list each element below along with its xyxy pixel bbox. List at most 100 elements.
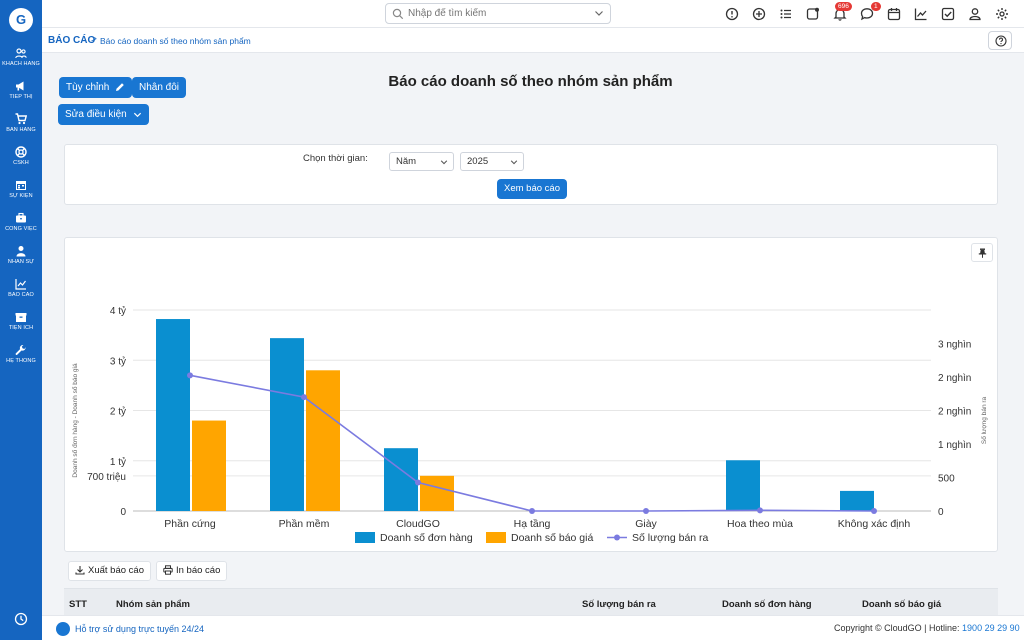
chevron-down-icon — [133, 112, 141, 117]
report-icon — [15, 279, 26, 290]
sidebar-item-label: Khách hàng — [2, 61, 40, 67]
column-header-quote-revenue[interactable]: Doanh số báo giá — [862, 599, 941, 610]
support-link[interactable]: Hỗ trợ sử dụng trực tuyến 24/24 — [75, 624, 204, 634]
hotline-label: Hotline: — [929, 623, 960, 633]
period-type-select[interactable]: Năm — [389, 152, 454, 171]
chevron-down-icon — [510, 160, 518, 165]
app-logo[interactable]: G — [9, 8, 33, 32]
sidebar-item-label: Sự kiện — [9, 193, 33, 199]
sidebar-item-hr[interactable]: Nhân sự — [0, 245, 42, 265]
view-report-button[interactable]: Xem báo cáo — [497, 179, 567, 199]
chevron-down-icon[interactable] — [594, 8, 604, 18]
sidebar-item-reports[interactable]: Báo cáo — [0, 278, 42, 298]
x-tick-label: CloudGO — [396, 518, 440, 530]
y2-tick-label: 2 nghìn — [938, 373, 971, 384]
cart-icon — [15, 113, 27, 125]
breadcrumb-root[interactable]: BÁO CÁO — [48, 35, 95, 46]
sidebar-item-label: Bán hàng — [6, 127, 36, 133]
line-point — [301, 394, 307, 401]
top-bar: 696 1 — [42, 0, 1024, 28]
bar-quote-revenue — [420, 475, 454, 511]
column-header-index[interactable]: STT — [69, 599, 87, 610]
customize-button[interactable]: Tùy chỉnh — [59, 77, 133, 98]
sidebar-item-system[interactable]: Hệ thống — [0, 344, 42, 364]
sidebar-item-sales[interactable]: Bán hàng — [0, 113, 42, 133]
calendar-icon[interactable] — [887, 7, 901, 21]
clock-icon[interactable] — [14, 612, 28, 626]
users-icon — [15, 48, 27, 59]
print-label: In báo cáo — [176, 565, 221, 576]
line-point — [643, 508, 649, 514]
notification-badge: 696 — [835, 2, 852, 11]
breadcrumb-separator: > — [91, 34, 97, 45]
lifebuoy-icon — [15, 146, 27, 158]
question-icon — [995, 35, 1007, 47]
checkbox-icon[interactable] — [941, 7, 955, 21]
message-badge: 1 — [871, 2, 881, 11]
sidebar-item-label: Báo cáo — [8, 292, 34, 298]
support-chat-icon[interactable] — [56, 622, 70, 636]
duplicate-button[interactable]: Nhân đôi — [132, 77, 187, 98]
list-icon[interactable] — [779, 7, 793, 21]
print-report-button[interactable]: In báo cáo — [156, 561, 228, 581]
megaphone-icon — [16, 81, 24, 91]
bar-order-revenue — [270, 338, 304, 511]
sidebar-item-customers[interactable]: Khách hàng — [0, 47, 42, 67]
search-icon — [392, 8, 404, 20]
sidebar-item-utilities[interactable]: Tiện ích — [0, 311, 42, 331]
search-input[interactable] — [408, 6, 588, 21]
y2-tick-label: 0 — [938, 507, 944, 518]
bar-quote-revenue — [192, 420, 226, 511]
sidebar-item-marketing[interactable]: Tiếp thị — [0, 80, 42, 100]
sidebar-item-label: Công việc — [5, 226, 37, 232]
y-tick-label: 4 tỷ — [110, 305, 126, 317]
printer-icon — [163, 565, 173, 576]
page-title: Báo cáo doanh số theo nhóm sản phẩm — [388, 73, 673, 90]
line-point — [415, 479, 421, 486]
y2-axis-title: Số lượng bán ra — [979, 396, 988, 444]
y-tick-label: 2 tỷ — [110, 406, 126, 418]
customize-label: Tùy chỉnh — [66, 82, 110, 93]
column-header-product-group[interactable]: Nhóm sản phẩm — [116, 599, 190, 610]
gear-icon[interactable] — [995, 7, 1009, 21]
x-tick-label: Giày — [635, 518, 657, 530]
filter-panel: Chọn thời gian: Năm 2025 Xem báo cáo — [64, 144, 998, 205]
chart-line-icon[interactable] — [914, 7, 928, 21]
export-report-button[interactable]: Xuất báo cáo — [68, 561, 151, 581]
legend-label: Số lượng bán ra — [632, 532, 709, 544]
column-header-quantity[interactable]: Số lượng bán ra — [582, 599, 656, 610]
column-header-order-revenue[interactable]: Doanh số đơn hàng — [722, 599, 812, 610]
sidebar-item-label: CSKH — [13, 160, 29, 166]
edit-conditions-button[interactable]: Sửa điều kiện — [58, 104, 149, 125]
briefcase-icon — [16, 212, 26, 223]
bar-order-revenue — [156, 319, 190, 511]
y2-tick-label: 500 — [938, 474, 955, 485]
chevron-down-icon — [440, 160, 448, 165]
calendar-icon — [16, 181, 26, 190]
help-button[interactable] — [988, 31, 1012, 50]
pencil-icon — [116, 83, 124, 92]
y-tick-label: 3 tỷ — [110, 355, 126, 367]
breadcrumb: BÁO CÁO > Báo cáo doanh số theo nhóm sản… — [42, 28, 1024, 53]
sidebar-item-tasks[interactable]: Công việc — [0, 212, 42, 232]
search-box[interactable] — [385, 3, 611, 24]
task-icon[interactable] — [806, 7, 820, 21]
year-select[interactable]: 2025 — [460, 152, 524, 171]
legend-label: Doanh số đơn hàng — [380, 532, 473, 544]
chart-panel: 0 700 triệu 1 tỷ 2 tỷ 3 tỷ 4 tỷ 0 500 1 nghìn 2 n… — [64, 237, 998, 552]
bar-order-revenue — [726, 460, 760, 511]
add-circle-icon[interactable] — [752, 7, 766, 21]
alert-circle-icon[interactable] — [725, 7, 739, 21]
sidebar-item-events[interactable]: Sự kiện — [0, 179, 42, 199]
user-icon[interactable] — [968, 7, 982, 21]
line-point — [187, 372, 193, 379]
x-tick-label: Phần mềm — [279, 518, 330, 530]
bar-order-revenue — [840, 490, 874, 511]
y2-tick-label: 3 nghìn — [938, 340, 971, 351]
x-tick-label: Không xác định — [838, 518, 911, 530]
sidebar-item-customer-care[interactable]: CSKH — [0, 146, 42, 166]
y-tick-label: 1 tỷ — [110, 456, 126, 468]
breadcrumb-current: Báo cáo doanh số theo nhóm sản phẩm — [100, 36, 251, 46]
hotline-number[interactable]: 1900 29 29 90 — [962, 623, 1020, 633]
y-axis-title: Doanh số đơn hàng - Doanh số báo giá — [70, 363, 79, 478]
